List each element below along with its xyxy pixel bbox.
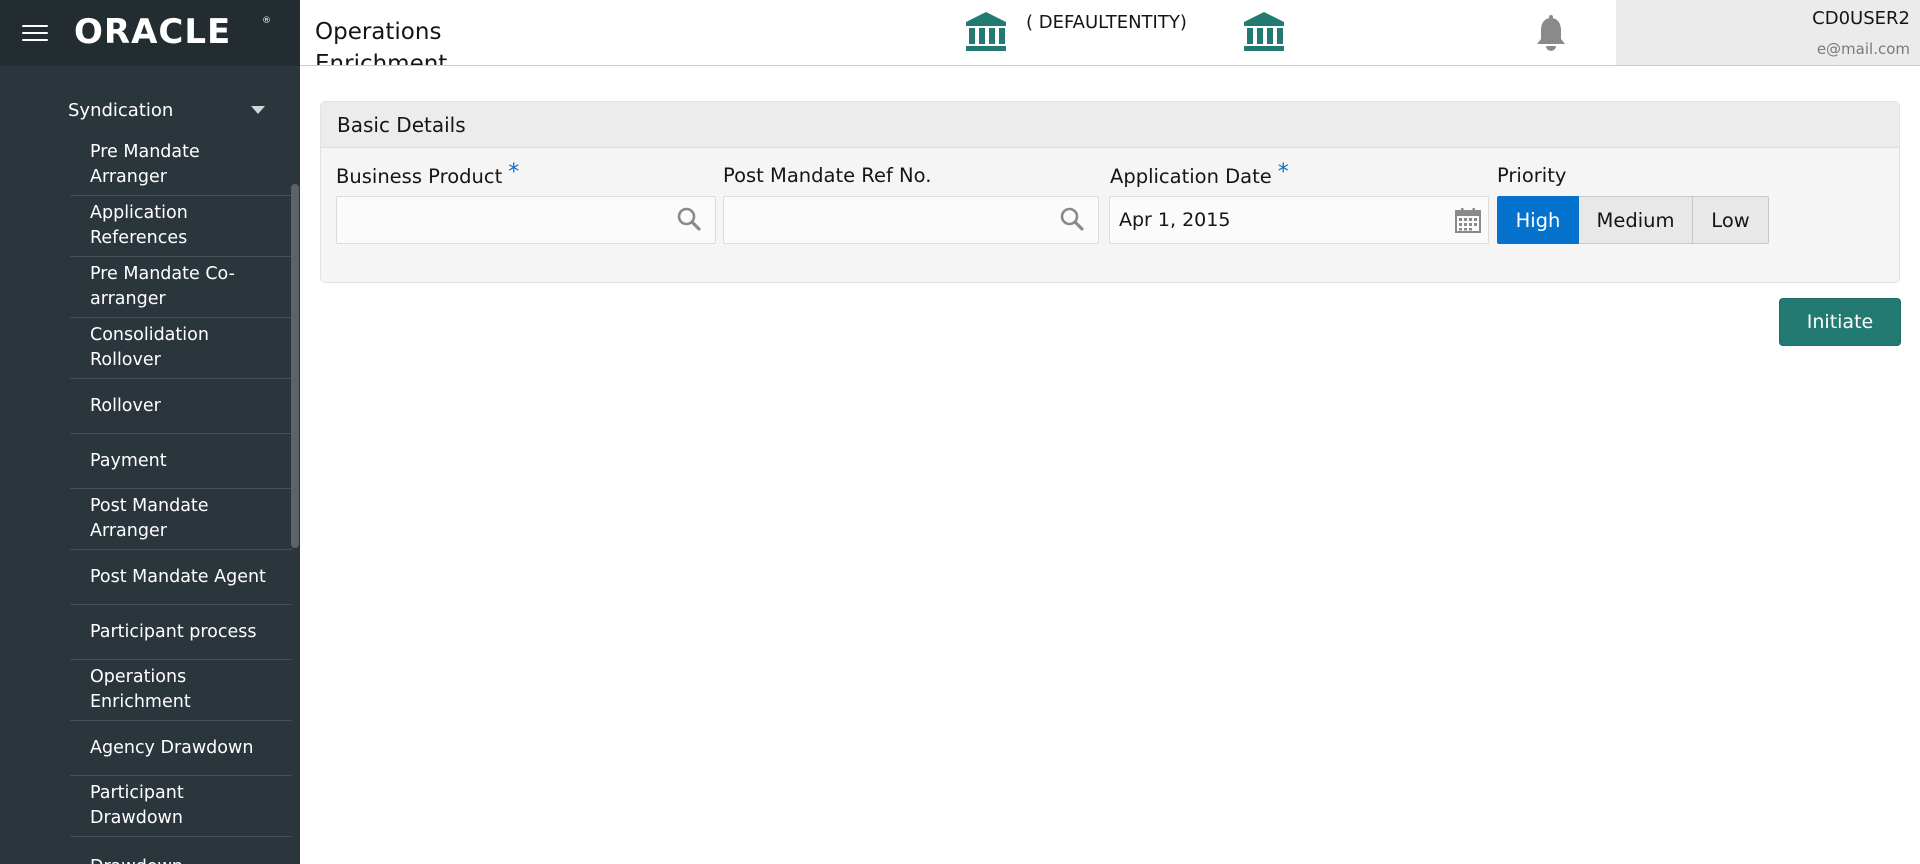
caret-down-icon bbox=[251, 106, 265, 114]
application-date-label-text: Application Date bbox=[1110, 165, 1272, 188]
calendar-icon[interactable] bbox=[1455, 207, 1481, 233]
sidebar-item-application-references[interactable]: Application References bbox=[70, 196, 292, 257]
business-product-label-text: Business Product bbox=[336, 165, 503, 188]
hamburger-menu-icon[interactable] bbox=[22, 24, 48, 42]
sidebar-item-post-mandate-agent[interactable]: Post Mandate Agent bbox=[70, 550, 292, 605]
sidebar-item-label: Pre Mandate Arranger bbox=[90, 142, 200, 187]
sidebar-group-label: Syndication bbox=[68, 99, 174, 121]
sidebar-item-label: Payment bbox=[90, 450, 167, 471]
branch-bank-icon[interactable] bbox=[1242, 10, 1286, 54]
sidebar-item-operations-enrichment[interactable]: Operations Enrichment bbox=[70, 660, 292, 721]
sidebar-item-participant-process[interactable]: Participant process bbox=[70, 605, 292, 660]
user-name: CD0USER2 bbox=[1812, 8, 1910, 29]
app-root: ORACLE ® Syndication Pre Mandate Arrange… bbox=[0, 0, 1920, 864]
application-date-label: Application Date * bbox=[1110, 160, 1289, 189]
sidebar-item-label: Operations Enrichment bbox=[90, 667, 191, 712]
sidebar-item-payment[interactable]: Payment bbox=[70, 434, 292, 489]
application-date-input[interactable] bbox=[1109, 196, 1489, 244]
sidebar-item-label: Rollover bbox=[90, 395, 161, 416]
bell-icon[interactable] bbox=[1534, 14, 1568, 52]
post-mandate-ref-input[interactable] bbox=[723, 196, 1099, 244]
business-product-input[interactable] bbox=[336, 196, 716, 244]
entity-label: ( DEFAULTENTITY) bbox=[1026, 12, 1187, 33]
bank-icon[interactable] bbox=[964, 10, 1008, 54]
initiate-button[interactable]: Initiate bbox=[1779, 298, 1901, 346]
required-mark: * bbox=[508, 160, 520, 185]
search-icon[interactable] bbox=[676, 206, 702, 232]
business-product-label: Business Product * bbox=[336, 160, 519, 189]
sidebar-item-rollover[interactable]: Rollover bbox=[70, 379, 292, 434]
brand-bar: ORACLE ® bbox=[0, 0, 300, 66]
sidebar-group-syndication[interactable]: Syndication bbox=[68, 97, 268, 123]
sidebar-item-label: Post Mandate Agent bbox=[90, 566, 266, 587]
section-title: Basic Details bbox=[321, 102, 1899, 148]
sidebar-item-label: Participant process bbox=[90, 621, 257, 642]
sidebar-item-label: Pre Mandate Co-arranger bbox=[90, 264, 235, 309]
top-header: Operations Enrichment ( DEFAULTENTITY) C… bbox=[300, 0, 1920, 66]
sidebar-item-label: Consolidation Rollover bbox=[90, 325, 209, 370]
sidebar-item-label: Drawdown bbox=[90, 855, 270, 864]
post-mandate-ref-label: Post Mandate Ref No. bbox=[723, 164, 932, 187]
registered-mark: ® bbox=[262, 16, 271, 26]
sidebar-scrollbar-thumb[interactable] bbox=[291, 184, 299, 548]
sidebar: ORACLE ® Syndication Pre Mandate Arrange… bbox=[0, 0, 300, 864]
search-icon[interactable] bbox=[1059, 206, 1085, 232]
priority-medium-button[interactable]: Medium bbox=[1579, 196, 1693, 244]
oracle-logo: ORACLE bbox=[74, 12, 232, 52]
priority-label: Priority bbox=[1497, 164, 1567, 187]
sidebar-item-pre-mandate-arranger[interactable]: Pre Mandate Arranger bbox=[70, 135, 292, 196]
user-menu[interactable]: CD0USER2 e@mail.com bbox=[1616, 0, 1920, 65]
sidebar-item-label: Agency Drawdown bbox=[90, 737, 254, 758]
required-mark: * bbox=[1277, 160, 1289, 185]
sidebar-item-pre-mandate-co-arranger[interactable]: Pre Mandate Co-arranger bbox=[70, 257, 292, 318]
sidebar-item-label: Post Mandate Arranger bbox=[90, 496, 209, 541]
sidebar-item-drawdown[interactable]: Drawdown bbox=[70, 837, 292, 864]
sidebar-item-post-mandate-arranger[interactable]: Post Mandate Arranger bbox=[70, 489, 292, 550]
sidebar-item-label: Participant Drawdown bbox=[90, 783, 184, 828]
sidebar-item-participant-drawdown[interactable]: Participant Drawdown bbox=[70, 776, 292, 837]
priority-low-button[interactable]: Low bbox=[1693, 196, 1769, 244]
sidebar-item-consolidation-rollover[interactable]: Consolidation Rollover bbox=[70, 318, 292, 379]
basic-details-panel: Basic Details bbox=[320, 101, 1900, 283]
sidebar-item-label: Application References bbox=[90, 203, 188, 248]
sidebar-menu: Pre Mandate Arranger Application Referen… bbox=[70, 135, 292, 864]
user-email: e@mail.com bbox=[1816, 40, 1910, 58]
priority-high-button[interactable]: High bbox=[1497, 196, 1579, 244]
page-title: Operations Enrichment bbox=[315, 19, 448, 66]
sidebar-item-agency-drawdown[interactable]: Agency Drawdown bbox=[70, 721, 292, 776]
